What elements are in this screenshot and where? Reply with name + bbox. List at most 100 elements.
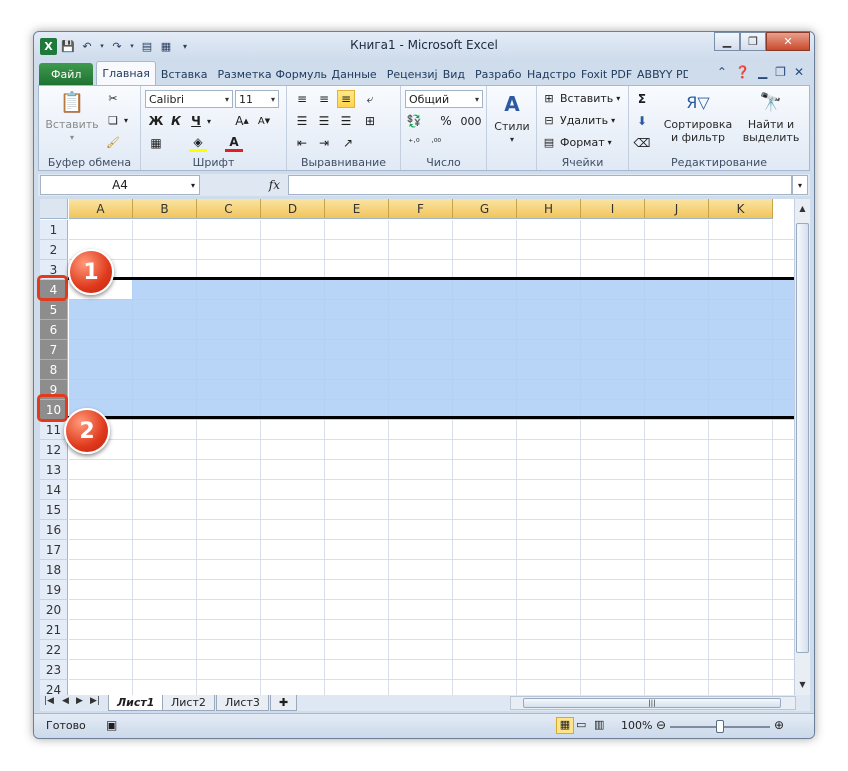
sheet-tab-1[interactable]: Лист1 <box>108 695 164 711</box>
minimize-button[interactable]: ▁ <box>714 32 740 51</box>
worksheet-grid[interactable]: A B C D E F G H I J K 1 2 3 4 5 6 7 8 9 10 11 12 13 14 15 16 17 18 19… <box>40 199 794 695</box>
copy-button[interactable]: ❏ ▾ <box>105 112 128 128</box>
align-bottom-icon[interactable]: ≡ <box>337 90 355 108</box>
tab-page-layout[interactable]: Разметка <box>213 63 271 85</box>
column-header-C[interactable]: C <box>197 199 261 219</box>
row-header-1[interactable]: 1 <box>40 220 68 240</box>
horizontal-scroll-thumb[interactable]: ||| <box>523 698 781 708</box>
align-center-icon[interactable]: ☰ <box>315 112 333 130</box>
page-break-view-icon[interactable]: ▥ <box>594 718 604 731</box>
column-header-F[interactable]: F <box>389 199 453 219</box>
column-header-E[interactable]: E <box>325 199 389 219</box>
row-header-5[interactable]: 5 <box>40 300 68 320</box>
decrease-font-icon[interactable]: A ▼ <box>255 112 273 130</box>
tab-formulas[interactable]: Формулы <box>271 63 327 85</box>
minimize-ribbon-icon[interactable]: ⌃ <box>717 65 727 79</box>
column-header-K[interactable]: K <box>709 199 773 219</box>
underline-button[interactable]: Ч <box>187 112 205 130</box>
underline-dropdown-icon[interactable]: ▾ <box>205 112 213 130</box>
column-header-G[interactable]: G <box>453 199 517 219</box>
font-name-select[interactable]: Calibri ▾ <box>145 90 233 108</box>
column-header-A[interactable]: A <box>69 199 133 219</box>
prev-sheet-icon[interactable]: ◀ <box>62 696 69 706</box>
font-color-icon[interactable]: A <box>225 134 243 152</box>
row-header-20[interactable]: 20 <box>40 600 68 620</box>
expand-formula-icon[interactable]: ▾ <box>792 175 808 195</box>
cut-button[interactable]: ✂ <box>105 90 121 106</box>
row-header-7[interactable]: 7 <box>40 340 68 360</box>
vertical-scroll-thumb[interactable] <box>796 223 809 653</box>
page-layout-view-icon[interactable]: ▭ <box>576 718 586 731</box>
scroll-down-icon[interactable]: ▼ <box>796 677 809 691</box>
row-header-21[interactable]: 21 <box>40 620 68 640</box>
doc-restore-icon[interactable]: ❐ <box>775 65 786 79</box>
row-header-15[interactable]: 15 <box>40 500 68 520</box>
normal-view-icon[interactable]: ▦ <box>556 717 574 734</box>
row-header-16[interactable]: 16 <box>40 520 68 540</box>
tab-home[interactable]: Главная <box>96 61 156 85</box>
tab-data[interactable]: Данные <box>327 63 382 85</box>
help-icon[interactable]: ❓ <box>735 65 750 79</box>
formula-input[interactable] <box>288 175 792 195</box>
currency-icon[interactable]: 💱 <box>405 112 423 130</box>
align-top-icon[interactable]: ≡ <box>293 90 311 108</box>
tab-foxit-pdf[interactable]: Foxit PDF <box>576 63 632 85</box>
thousands-button[interactable]: 000 <box>459 112 483 130</box>
delete-cells-button[interactable]: ⊟ Удалить ▾ <box>541 112 615 128</box>
insert-sheet-icon[interactable]: ✚ <box>270 695 298 711</box>
align-left-icon[interactable]: ☰ <box>293 112 311 130</box>
last-sheet-icon[interactable]: ▶| <box>90 696 100 706</box>
row-header-8[interactable]: 8 <box>40 360 68 380</box>
format-cells-button[interactable]: ▤ Формат ▾ <box>541 134 612 150</box>
tab-addins[interactable]: Надстро <box>522 63 576 85</box>
increase-decimal-icon[interactable]: ⁺·⁰ <box>405 134 423 152</box>
column-header-B[interactable]: B <box>133 199 197 219</box>
align-middle-icon[interactable]: ≡ <box>315 90 333 108</box>
sheet-tab-2[interactable]: Лист2 <box>162 695 215 711</box>
select-all-corner[interactable] <box>40 199 68 219</box>
zoom-level[interactable]: 100% <box>621 719 652 732</box>
close-button[interactable]: ✕ <box>766 32 810 51</box>
row-header-12[interactable]: 12 <box>40 440 68 460</box>
percent-button[interactable]: % <box>437 112 455 130</box>
column-header-D[interactable]: D <box>261 199 325 219</box>
row-header-19[interactable]: 19 <box>40 580 68 600</box>
tab-developer[interactable]: Разрабо <box>470 63 522 85</box>
zoom-in-icon[interactable]: ⊕ <box>774 718 784 732</box>
bold-button[interactable]: Ж <box>147 112 165 130</box>
sheet-tab-3[interactable]: Лист3 <box>216 695 269 711</box>
align-right-icon[interactable]: ☰ <box>337 112 355 130</box>
scroll-up-icon[interactable]: ▲ <box>796 201 809 215</box>
sort-filter-button[interactable]: Я▽ Сортировка и фильтр <box>663 88 733 144</box>
row-header-18[interactable]: 18 <box>40 560 68 580</box>
fill-color-icon[interactable]: ◈ <box>189 134 207 152</box>
format-painter-button[interactable]: 🖌 <box>105 134 121 150</box>
tab-insert[interactable]: Вставка <box>156 63 213 85</box>
horizontal-scrollbar[interactable]: ||| <box>510 696 796 710</box>
increase-indent-icon[interactable]: ⇥ <box>315 134 333 152</box>
row-header-23[interactable]: 23 <box>40 660 68 680</box>
row-header-6[interactable]: 6 <box>40 320 68 340</box>
merge-center-icon[interactable]: ⊞ <box>361 112 379 130</box>
decrease-decimal-icon[interactable]: ·⁰⁰ <box>427 134 445 152</box>
restore-button[interactable]: ❐ <box>740 32 766 51</box>
autosum-icon[interactable]: Σ <box>633 90 651 108</box>
zoom-slider-knob[interactable] <box>716 720 724 733</box>
row-header-17[interactable]: 17 <box>40 540 68 560</box>
name-box[interactable]: A4 ▾ <box>40 175 200 195</box>
row-header-2[interactable]: 2 <box>40 240 68 260</box>
tab-view[interactable]: Вид <box>438 63 470 85</box>
tab-review[interactable]: Рецензиј <box>382 63 438 85</box>
tab-file[interactable]: Файл <box>39 63 94 85</box>
row-header-24[interactable]: 24 <box>40 680 68 695</box>
paste-button[interactable]: 📋 Вставить ▾ <box>45 88 99 144</box>
number-format-select[interactable]: Общий ▾ <box>405 90 483 108</box>
insert-cells-button[interactable]: ⊞ Вставить ▾ <box>541 90 620 106</box>
increase-font-icon[interactable]: A ▲ <box>233 112 251 130</box>
zoom-slider[interactable] <box>670 720 770 733</box>
font-size-select[interactable]: 11 ▾ <box>235 90 279 108</box>
doc-minimize-icon[interactable]: ▁ <box>758 65 767 79</box>
macro-record-icon[interactable]: ▣ <box>106 718 117 732</box>
first-sheet-icon[interactable]: |◀ <box>44 696 54 706</box>
column-header-I[interactable]: I <box>581 199 645 219</box>
